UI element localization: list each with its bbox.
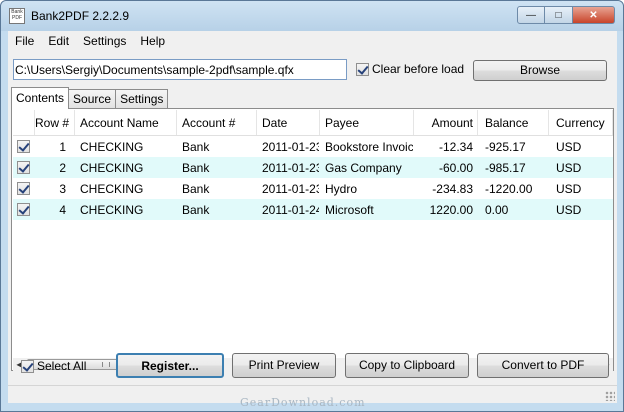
account-number-cell: Bank [182, 182, 210, 196]
app-icon: Bank PDF [9, 8, 25, 24]
payee-cell: Gas Company [325, 161, 402, 175]
print-preview-button[interactable]: Print Preview [232, 353, 336, 378]
app-window: Bank PDF Bank2PDF 2.2.2.9 — □ ✕ File Edi… [0, 0, 624, 412]
header-date[interactable]: Date [257, 110, 320, 135]
table-row[interactable]: 4 CHECKING Bank 2011-01-24 Microsoft 122… [13, 199, 613, 220]
checkbox-checked-icon[interactable] [356, 62, 369, 76]
payee-cell: Microsoft [325, 203, 374, 217]
table-row[interactable]: 2 CHECKING Bank 2011-01-23 Gas Company -… [13, 157, 613, 178]
header-balance[interactable]: Balance [478, 110, 549, 135]
title-bar[interactable]: Bank PDF Bank2PDF 2.2.2.9 — □ ✕ [1, 1, 623, 31]
checkbox-checked-icon[interactable] [17, 161, 30, 175]
payee-cell: Hydro [325, 182, 358, 196]
close-icon: ✕ [589, 9, 598, 21]
amount-cell: -12.34 [438, 140, 473, 154]
account-number-cell: Bank [182, 140, 210, 154]
balance-cell: -1220.00 [485, 182, 533, 196]
window-controls: — □ ✕ [517, 6, 615, 24]
date-cell: 2011-01-23 [262, 140, 320, 154]
balance-cell: -985.17 [485, 161, 526, 175]
currency-cell: USD [556, 203, 582, 217]
header-row-number[interactable]: Row # [35, 110, 75, 135]
maximize-icon: □ [555, 9, 562, 21]
status-divider [8, 385, 617, 386]
row-checkbox[interactable] [13, 157, 35, 178]
clear-before-load-checkbox[interactable]: Clear before load [356, 62, 464, 76]
checkbox-checked-icon[interactable] [17, 203, 30, 217]
minimize-icon: — [526, 9, 536, 21]
minimize-button[interactable]: — [517, 6, 545, 24]
copy-to-clipboard-button[interactable]: Copy to Clipboard [345, 353, 469, 378]
select-all-label: Select All [37, 359, 87, 373]
tab-contents[interactable]: Contents [11, 87, 70, 109]
currency-cell: USD [556, 161, 582, 175]
table-header: Row # Account Name Account # Date Payee … [13, 110, 613, 136]
row-checkbox[interactable] [13, 199, 35, 220]
close-button[interactable]: ✕ [573, 6, 615, 24]
browse-button[interactable]: Browse [473, 60, 607, 81]
row-number: 2 [59, 161, 66, 175]
resize-grip-icon[interactable] [605, 391, 615, 401]
register-button[interactable]: Register... [116, 353, 224, 378]
menu-file[interactable]: File [8, 31, 41, 51]
row-number: 4 [59, 203, 66, 217]
checkbox-checked-icon[interactable] [17, 182, 30, 196]
account-name-cell: CHECKING [80, 182, 144, 196]
amount-cell: -234.83 [432, 182, 473, 196]
balance-cell: -925.17 [485, 140, 526, 154]
currency-cell: USD [556, 182, 582, 196]
header-currency[interactable]: Currency [549, 110, 613, 135]
checkbox-checked-icon[interactable] [17, 140, 30, 154]
account-number-cell: Bank [182, 161, 210, 175]
clear-before-load-label: Clear before load [372, 62, 465, 76]
account-name-cell: CHECKING [80, 203, 144, 217]
currency-cell: USD [556, 140, 582, 154]
amount-cell: 1220.00 [429, 203, 473, 217]
header-payee[interactable]: Payee [320, 110, 414, 135]
account-number-cell: Bank [182, 203, 210, 217]
date-cell: 2011-01-24 [262, 203, 320, 217]
table-row[interactable]: 1 CHECKING Bank 2011-01-23 Bookstore Inv… [13, 136, 613, 157]
convert-to-pdf-button[interactable]: Convert to PDF [477, 353, 609, 378]
payee-cell: Bookstore Invoice [325, 140, 414, 154]
select-all-checkbox[interactable]: Select All [21, 359, 86, 373]
contents-panel: Row # Account Name Account # Date Payee … [11, 108, 614, 371]
client-area: File Edit Settings Help Clear before loa… [8, 31, 617, 403]
menu-edit[interactable]: Edit [41, 31, 76, 51]
row-number: 1 [59, 140, 66, 154]
header-amount[interactable]: Amount [414, 110, 478, 135]
row-checkbox[interactable] [13, 178, 35, 199]
menu-help[interactable]: Help [133, 31, 172, 51]
menu-bar: File Edit Settings Help [8, 31, 617, 51]
date-cell: 2011-01-23 [262, 182, 320, 196]
row-checkbox[interactable] [13, 136, 35, 157]
tab-source[interactable]: Source [68, 89, 117, 109]
menu-settings[interactable]: Settings [76, 31, 133, 51]
account-name-cell: CHECKING [80, 140, 144, 154]
watermark: GearDownload.com [240, 396, 366, 409]
file-path-input[interactable] [13, 59, 347, 80]
amount-cell: -60.00 [438, 161, 473, 175]
tab-strip: Contents Source Settings [11, 87, 169, 109]
table-row[interactable]: 3 CHECKING Bank 2011-01-23 Hydro -234.83… [13, 178, 613, 199]
thumb-grip-icon [102, 362, 110, 367]
account-name-cell: CHECKING [80, 161, 144, 175]
header-check-column [13, 110, 35, 135]
row-number: 3 [59, 182, 66, 196]
checkbox-checked-icon[interactable] [21, 359, 34, 373]
maximize-button[interactable]: □ [545, 6, 573, 24]
transactions-grid: Row # Account Name Account # Date Payee … [13, 110, 613, 334]
header-account-name[interactable]: Account Name [75, 110, 177, 135]
window-title: Bank2PDF 2.2.2.9 [31, 9, 130, 23]
date-cell: 2011-01-23 [262, 161, 320, 175]
tab-settings[interactable]: Settings [115, 89, 169, 109]
balance-cell: 0.00 [485, 203, 509, 217]
header-account-number[interactable]: Account # [177, 110, 257, 135]
